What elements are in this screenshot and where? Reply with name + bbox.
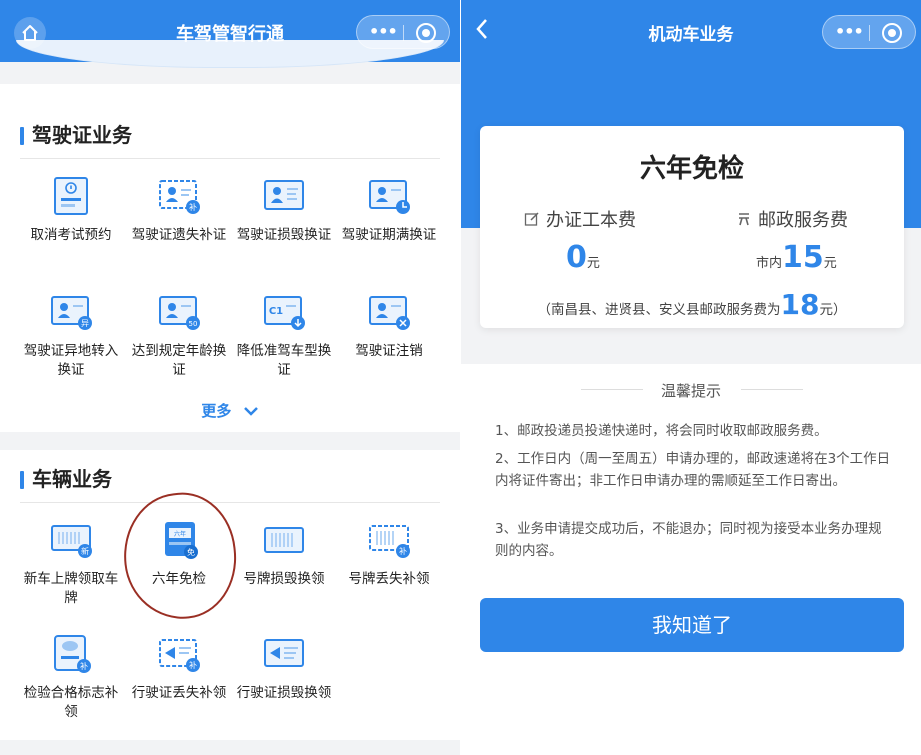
grid-item-license-expiry[interactable]: 驾驶证期满换证 [334, 176, 444, 245]
fee1-label: 办证工本费 [524, 206, 636, 232]
grid-item-license-transfer[interactable]: 异 驾驶证异地转入换证 [16, 292, 126, 380]
grid-item-vehicle-license-lost[interactable]: 补 行驶证丢失补领 [124, 634, 234, 703]
back-button[interactable] [475, 18, 489, 45]
more-dots-icon[interactable]: ••• [369, 24, 398, 40]
postal-icon [739, 213, 749, 226]
tips-title: 温馨提示 [660, 382, 721, 400]
grid-item-vehicle-license-damaged[interactable]: 行驶证损毁换领 [229, 634, 339, 703]
vehicle-license-lost-icon: 补 [157, 634, 201, 674]
license-business-card: 驾驶证业务 取消考试预约 补 驾驶证遗失补证 驾驶证损毁换证 驾驶证期满换证 异… [0, 84, 460, 432]
app-title: 车驾管智行通 [176, 24, 284, 45]
home-icon [22, 25, 38, 41]
grid-item-license-cancel[interactable]: 驾驶证注销 [334, 292, 444, 361]
tip-item: 3、业务申请提交成功后，不能退办；同时视为接受本业务办理规则的内容。 [495, 521, 882, 559]
svg-text:新: 新 [81, 546, 89, 556]
section-title-license: 驾驶证业务 [20, 122, 132, 148]
vehicle-license-damaged-icon [262, 634, 306, 674]
grid-item-license-downgrade[interactable]: C1 降低准驾车型换证 [229, 292, 339, 380]
grid-item-license-lost[interactable]: 补 驾驶证遗失补证 [124, 176, 234, 245]
svg-text:C1: C1 [269, 306, 283, 317]
vehicle-business-card: 车辆业务 新 新车上牌领取车牌 六年免 六年免检 号牌损毁换领 补 号牌丢失补领 [0, 450, 460, 740]
chevron-left-icon [476, 19, 487, 39]
got-it-button[interactable]: 我知道了 [480, 598, 904, 652]
tip-item: 1、邮政投递员投递快递时，将会同时收取邮政服务费。 [495, 423, 828, 439]
grid-item-license-damaged[interactable]: 驾驶证损毁换证 [229, 176, 339, 245]
edit-icon [524, 212, 539, 226]
service-title: 六年免检 [639, 154, 744, 184]
svg-text:补: 补 [189, 660, 197, 670]
svg-text:异: 异 [81, 319, 89, 328]
plate-damaged-icon [262, 520, 306, 560]
grid-item-license-age[interactable]: 50 达到规定年龄换证 [124, 292, 234, 380]
license-downgrade-icon: C1 [262, 292, 306, 332]
chevron-down-icon [243, 407, 258, 416]
section-title-vehicle: 车辆业务 [20, 466, 112, 492]
plate-lost-icon: 补 [367, 520, 411, 560]
license-age-icon: 50 [157, 292, 201, 332]
license-lost-icon: 补 [157, 176, 201, 216]
grid-item-new-plate[interactable]: 新 新车上牌领取车牌 [16, 520, 126, 608]
more-button[interactable]: 更多 [0, 400, 460, 421]
right-screen: 机动车业务 ••• 六年免检 办证工本费 0元 邮政服务费 市内15元 （南昌县… [461, 0, 921, 755]
grid-item-cancel-exam[interactable]: 取消考试预约 [16, 176, 126, 245]
svg-text:补: 补 [189, 202, 197, 212]
close-target-icon[interactable] [882, 23, 902, 43]
fee2-label: 邮政服务费 [736, 206, 848, 232]
svg-text:补: 补 [80, 661, 88, 671]
grid-item-plate-lost[interactable]: 补 号牌丢失补领 [334, 520, 444, 589]
svg-text:补: 补 [399, 546, 407, 556]
mini-program-capsule[interactable]: ••• [356, 15, 450, 49]
inspection-mark-icon: 补 [49, 634, 93, 674]
fee-info-card: 六年免检 办证工本费 0元 邮政服务费 市内15元 （南昌县、进贤县、安义县邮政… [480, 126, 904, 328]
page-title: 机动车业务 [648, 25, 734, 45]
left-screen: 车驾管智行通 ••• 驾驶证业务 取消考试预约 补 驾驶证遗失补证 驾驶证损毁换… [0, 0, 460, 755]
license-damaged-icon [262, 176, 306, 216]
cancel-exam-icon [49, 176, 93, 216]
tip-item: 2、工作日内（周一至周五）申请办理的，邮政速递将在3个工作日内将证件寄出；非工作… [495, 451, 891, 489]
home-button[interactable] [14, 17, 46, 49]
close-target-icon[interactable] [416, 23, 436, 43]
mini-program-capsule[interactable]: ••• [822, 15, 916, 49]
fee2-value: 市内15元 [756, 240, 837, 275]
new-plate-icon: 新 [49, 520, 93, 560]
postal-fee-note: （南昌县、进贤县、安义县邮政服务费为18元） [537, 288, 847, 321]
more-dots-icon[interactable]: ••• [835, 24, 864, 40]
svg-text:50: 50 [189, 320, 198, 328]
license-expiry-icon [367, 176, 411, 216]
grid-item-inspection-mark[interactable]: 补 检验合格标志补领 [16, 634, 126, 722]
license-transfer-icon: 异 [49, 292, 93, 332]
fee1-value: 0元 [566, 240, 600, 275]
license-cancel-icon [367, 292, 411, 332]
grid-item-plate-damaged[interactable]: 号牌损毁换领 [229, 520, 339, 589]
